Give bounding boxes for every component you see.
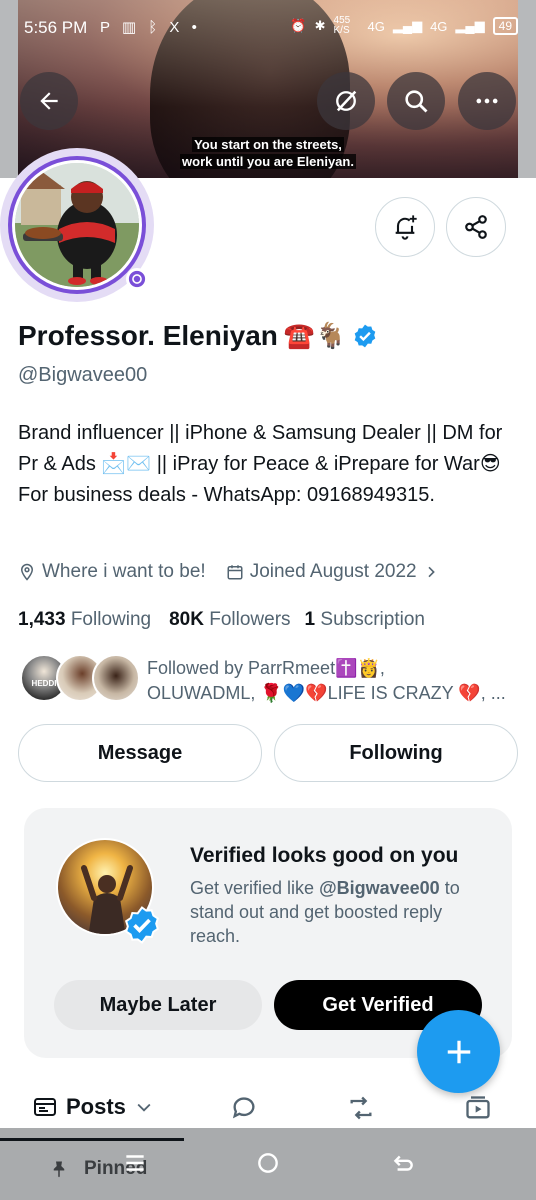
signal-icon: ▂▄▆	[392, 18, 423, 33]
subscription-badge-icon	[128, 270, 146, 288]
avatar-image	[15, 163, 139, 287]
battery-icon: 49	[492, 17, 518, 35]
network-type: 4G	[367, 18, 385, 34]
notification-icons: P ▥ ᛒ X •	[100, 19, 201, 36]
location-text: Where i want to be!	[42, 561, 206, 582]
followed-by[interactable]: HEDDI Followed by ParrRmeet✝️👸, OLUWADML…	[20, 654, 520, 704]
tab-posts-label: Posts	[66, 1094, 126, 1119]
tab-media-icon[interactable]	[464, 1094, 492, 1122]
status-time: 5:56 PM	[24, 18, 88, 37]
more-button[interactable]	[458, 72, 516, 130]
back-nav-icon[interactable]	[390, 1150, 416, 1176]
caption-line-1: You start on the streets,	[192, 137, 344, 152]
plus-icon	[447, 1040, 470, 1063]
net-speed: 455 K/S	[333, 15, 351, 36]
promo-desc-prefix: Get verified like	[190, 878, 320, 898]
signal-icon-2: ▂▄▆	[455, 18, 485, 33]
profile-name-emojis: ☎️🐐	[283, 321, 347, 350]
promo-desc-handle: @Bigwavee00	[319, 878, 440, 898]
home-nav-icon[interactable]	[255, 1150, 281, 1176]
alarm-icon: ⏰	[290, 18, 307, 33]
verified-badge-icon[interactable]	[352, 323, 378, 349]
status-bar: 5:56 PM P ▥ ᛒ X • ⏰ ✱ 455 K/S 4G ▂▄▆ 4G …	[0, 0, 536, 54]
joined-item[interactable]: Joined August 2022	[226, 561, 439, 583]
followers-label: Followers	[209, 609, 291, 630]
verified-check-icon	[124, 906, 160, 944]
avatar-illustration	[15, 163, 139, 287]
chevron-down-icon	[137, 1103, 151, 1112]
followed-by-line-2: OLUWADML, 🌹💙💔LIFE IS CRAZY 💔, ...	[147, 683, 506, 703]
back-button[interactable]	[20, 72, 78, 130]
calendar-icon	[227, 565, 243, 580]
caption-line-2: work until you are Eleniyan.	[180, 154, 356, 169]
tab-reposts-icon[interactable]	[346, 1094, 376, 1122]
share-icon	[465, 215, 487, 239]
followed-by-line-1: Followed by ParrRmeet✝️👸,	[147, 658, 385, 678]
status-right: ⏰ ✱ 455 K/S 4G ▂▄▆ 4G ▂▄▆ 49	[290, 16, 518, 36]
subscription-label: Subscription	[320, 609, 425, 630]
profile-meta: Where i want to be! Joined August 2022	[18, 561, 439, 583]
promo-title: Verified looks good on you	[190, 844, 459, 867]
search-icon	[405, 90, 428, 113]
spaces-badge	[126, 268, 148, 290]
profile-bio: Brand influencer || iPhone & Samsung Dea…	[18, 422, 503, 506]
joined-text: Joined August 2022	[249, 561, 417, 582]
chevron-right-icon	[428, 566, 435, 578]
profile-tabs: Posts	[0, 1088, 536, 1128]
follower-avatar-3	[92, 654, 140, 702]
followed-by-text: Followed by ParrRmeet✝️👸, OLUWADML, 🌹💙💔L…	[147, 656, 522, 706]
tab-posts[interactable]: Posts	[32, 1094, 154, 1120]
promo-description: Get verified like @Bigwavee00 to stand o…	[190, 876, 490, 948]
share-button[interactable]	[446, 197, 506, 257]
subscription-count: 1	[304, 609, 316, 630]
compose-button[interactable]	[417, 1010, 500, 1093]
following-button[interactable]: Following	[274, 724, 518, 782]
notifications-subscribe-button[interactable]	[375, 197, 435, 257]
avatar[interactable]	[8, 156, 146, 294]
following-count-link[interactable]: 1,433 Following	[18, 609, 151, 631]
bluetooth-icon: ✱	[314, 18, 326, 33]
following-label: Following	[70, 609, 152, 630]
profile-counts: 1,433 Following 80K Followers 1 Subscrip…	[18, 609, 425, 631]
follower-avatar-1-text: HEDDI	[31, 679, 57, 688]
bell-plus-icon	[395, 215, 417, 240]
profile-name: Professor. Eleniyan	[18, 320, 278, 351]
search-button[interactable]	[387, 72, 445, 130]
tab-replies-icon[interactable]	[230, 1094, 258, 1122]
profile-handle: @Bigwavee00	[18, 364, 148, 386]
followers-count: 80K	[169, 609, 204, 630]
more-icon	[476, 98, 498, 104]
arrow-left-icon	[40, 92, 58, 110]
message-button[interactable]: Message	[18, 724, 262, 782]
network-type-2: 4G	[430, 18, 448, 34]
posts-icon	[34, 1098, 56, 1116]
subscription-count-link[interactable]: 1 Subscription	[305, 609, 425, 631]
tab-active-underline	[0, 1138, 184, 1141]
maybe-later-button[interactable]: Maybe Later	[54, 980, 262, 1030]
recents-nav-icon[interactable]	[122, 1150, 148, 1176]
following-count: 1,433	[18, 609, 66, 630]
profile-name-row: Professor. Eleniyan ☎️🐐	[18, 320, 378, 352]
grok-icon	[336, 90, 357, 112]
location-icon	[20, 563, 34, 581]
location-item: Where i want to be!	[18, 561, 206, 583]
followers-count-link[interactable]: 80K Followers	[169, 609, 290, 631]
avatar-border	[12, 160, 142, 290]
grok-button[interactable]	[317, 72, 375, 130]
pin-icon	[53, 1161, 65, 1178]
